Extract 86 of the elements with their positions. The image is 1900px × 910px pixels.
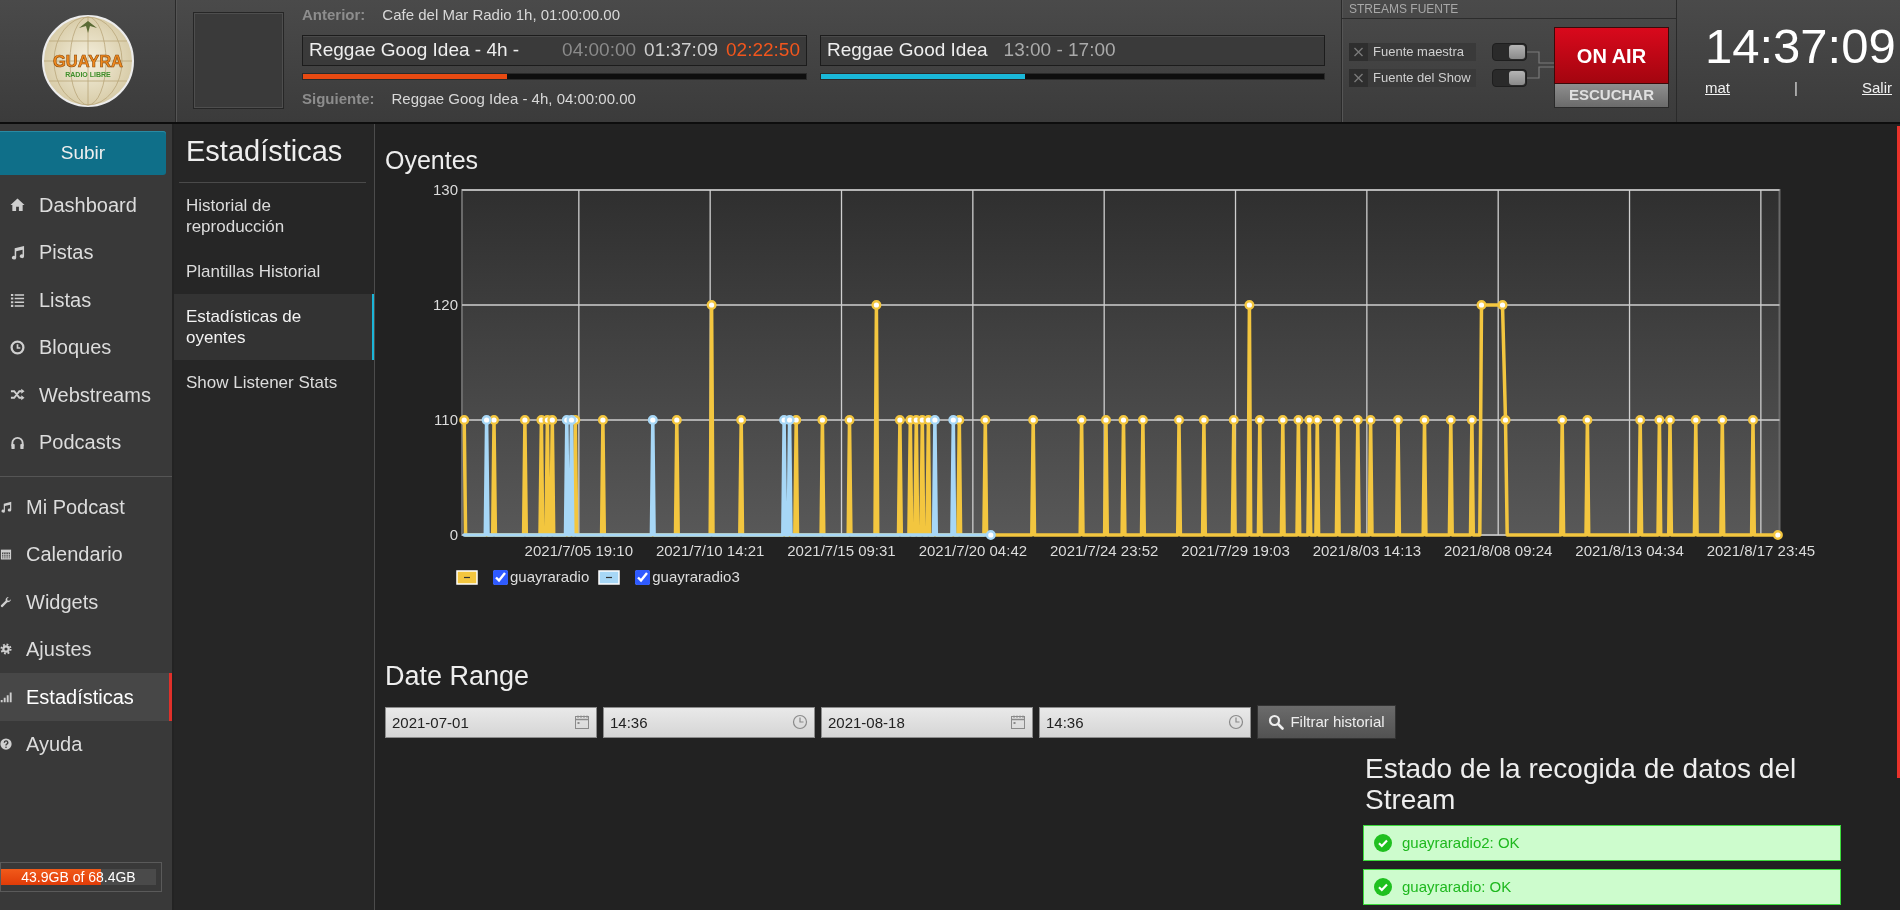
- axis-label: 2021/7/20 04:42: [918, 542, 1028, 559]
- list-icon: [10, 292, 25, 308]
- axis-label: 2021/8/17 23:45: [1706, 542, 1815, 559]
- sidebar-item[interactable]: Ajustes: [0, 625, 172, 673]
- legend-label: guayraradio: [510, 566, 590, 587]
- axis-label: 2021/7/24 23:52: [1049, 542, 1159, 559]
- sidebar-item[interactable]: Pistas: [0, 228, 172, 276]
- section-title: Estado de la recogida de datos del Stream: [1365, 753, 1798, 815]
- link-separator: |: [1794, 78, 1798, 98]
- show-time: 13:00 - 17:00: [1003, 38, 1116, 63]
- sidebar-item[interactable]: Estadísticas: [0, 673, 172, 721]
- sidebar-item[interactable]: Widgets: [0, 578, 172, 626]
- series-checkbox[interactable]: [493, 569, 508, 585]
- time-field[interactable]: 14:36: [603, 706, 815, 738]
- axis-label: 0: [449, 526, 458, 543]
- check-circle-icon: [1374, 834, 1392, 852]
- subnav-item[interactable]: Plantillas Historial: [174, 249, 374, 294]
- subnav-item[interactable]: Estadísticas de oyentes: [174, 294, 374, 360]
- scrollbar-thumb[interactable]: [1897, 126, 1900, 778]
- series-checkbox[interactable]: [635, 569, 651, 585]
- calendar-icon: [1010, 713, 1026, 730]
- axis-label: 130: [432, 181, 458, 198]
- sidebar-item[interactable]: Podcasts: [0, 418, 172, 466]
- sidebar-item[interactable]: Bloques: [0, 323, 172, 371]
- music-note-icon: [10, 244, 25, 260]
- axis-label: 2021/8/03 14:13: [1312, 542, 1422, 559]
- panel-title: STREAMS FUENTE: [1342, 0, 1676, 19]
- sidebar-item[interactable]: Listas: [0, 276, 172, 324]
- sidebar-item[interactable]: Webstreams: [0, 371, 172, 419]
- next-track: Reggae Goog Idea - 4h, 04:00:00.00: [391, 90, 636, 108]
- upload-button[interactable]: Subir: [0, 131, 166, 175]
- subnav-item[interactable]: Historial de reproducción: [174, 183, 374, 249]
- previous-label: Anterior:: [302, 6, 366, 24]
- subnav-item[interactable]: Show Listener Stats: [174, 360, 374, 405]
- source-label: Fuente maestra: [1368, 43, 1476, 61]
- music-note-icon: [0, 499, 12, 514]
- status-text: guayraradio2: OK: [1402, 832, 1520, 853]
- legend-label: guayraradio3: [652, 566, 740, 587]
- user-link[interactable]: mat: [1705, 77, 1730, 100]
- source-label: Fuente del Show: [1368, 69, 1476, 87]
- axis-label: 2021/7/10 14:21: [655, 542, 765, 559]
- axis-label: 2021/8/13 04:34: [1575, 542, 1684, 559]
- toggle-switch[interactable]: [1492, 43, 1527, 61]
- sidebar-item[interactable]: Ayuda: [0, 720, 172, 768]
- clock-icon: [792, 713, 808, 730]
- wrench-icon: [0, 594, 12, 609]
- home-icon: [10, 197, 25, 213]
- axis-label: 2021/7/15 09:31: [787, 542, 896, 559]
- headphones-icon: [10, 434, 25, 450]
- section-title: Estadísticas: [185, 134, 344, 169]
- axis-label: 2021/7/29 19:03: [1181, 542, 1290, 559]
- bird-icon: [78, 21, 97, 33]
- calendar-icon: [574, 713, 590, 730]
- check-circle-icon: [1374, 878, 1392, 896]
- elapsed-time: 01:37:09: [644, 38, 719, 63]
- clock-icon: [1228, 713, 1244, 730]
- sidebar-item[interactable]: Dashboard: [0, 181, 172, 229]
- next-label: Siguiente:: [302, 90, 375, 108]
- previous-track: Cafe del Mar Radio 1h, 01:00:00.00: [382, 6, 620, 24]
- section-title: Date Range: [385, 660, 531, 692]
- axis-label: 120: [432, 296, 458, 313]
- remaining-time: 02:22:50: [726, 38, 800, 63]
- toggle-switch[interactable]: [1492, 69, 1527, 87]
- axis-label: 2021/8/08 09:24: [1443, 542, 1553, 559]
- duration-time: 04:00:00: [562, 38, 637, 63]
- axis-label: 2021/7/05 19:10: [524, 542, 634, 559]
- clock-time: 14:37:09: [1705, 22, 1896, 71]
- filter-button[interactable]: Filtrar historial: [1257, 705, 1396, 739]
- show-title: Reggae Good Idea: [827, 38, 988, 63]
- date-field[interactable]: 2021-07-01: [385, 706, 597, 738]
- logout-link[interactable]: Salir: [1862, 77, 1892, 100]
- chart-title: Oyentes: [385, 145, 480, 175]
- time-field[interactable]: 14:36: [1039, 706, 1251, 738]
- calendar-icon: [0, 547, 12, 562]
- logo-wordmark: GUAYRA: [52, 52, 123, 70]
- shuffle-icon: [10, 387, 25, 403]
- sidebar-item[interactable]: Mi Podcast: [0, 483, 172, 531]
- search-icon: [1268, 714, 1285, 730]
- track-title: Reggae Goog Idea - 4h -: [309, 38, 520, 63]
- clock-icon: [10, 339, 25, 355]
- sidebar-item[interactable]: Calendario: [0, 530, 172, 578]
- date-field[interactable]: 2021-08-18: [821, 706, 1033, 738]
- settings-icon: [0, 642, 12, 657]
- axis-label: 110: [434, 411, 458, 428]
- on-air-button[interactable]: ON AIR: [1554, 27, 1669, 84]
- status-text: guayraradio: OK: [1402, 876, 1512, 897]
